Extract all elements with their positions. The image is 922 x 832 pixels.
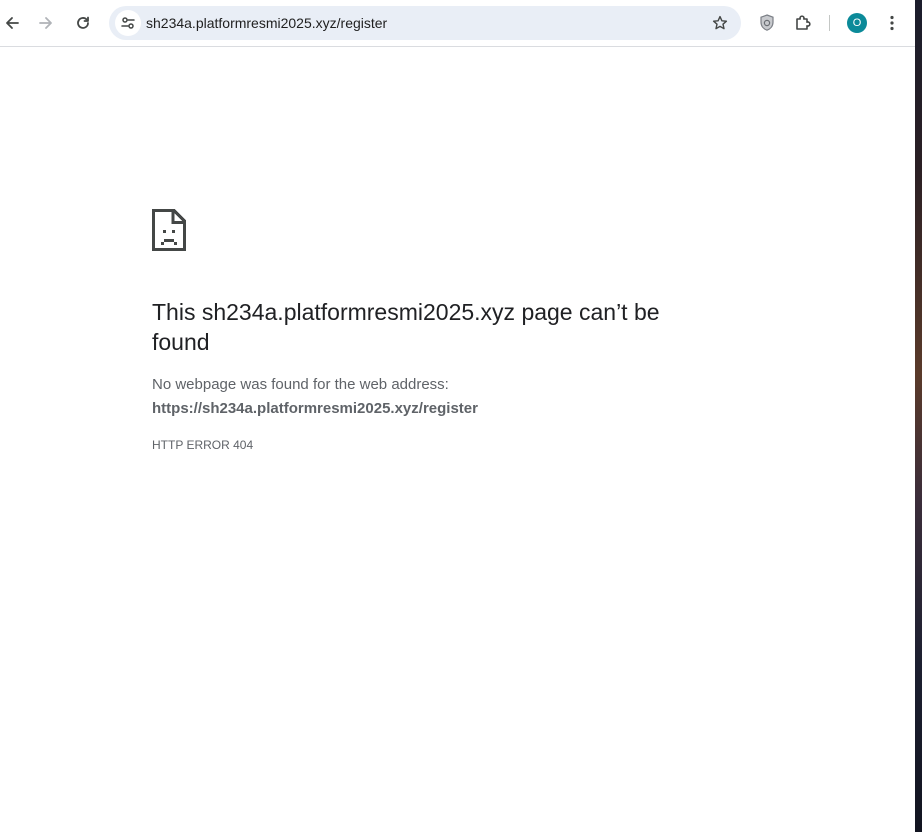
browser-window: sh234a.platformresmi2025.xyz/register O … [0,0,915,832]
error-title: This sh234a.platformresmi2025.xyz page c… [152,299,660,355]
error-code: HTTP ERROR 404 [152,438,254,452]
error-description: No webpage was found for the web address… [152,376,449,393]
forward-button[interactable] [31,8,61,38]
site-info-button[interactable] [115,10,141,36]
address-bar[interactable]: sh234a.platformresmi2025.xyz/register [109,6,741,40]
shield-extension-button[interactable] [752,8,782,38]
browser-toolbar: sh234a.platformresmi2025.xyz/register O [0,0,915,47]
reload-button[interactable] [68,8,98,38]
back-button[interactable] [0,8,27,38]
star-icon [712,15,728,30]
puzzle-icon [796,15,811,30]
kebab-menu-icon [890,15,894,31]
bookmark-button[interactable] [709,12,731,34]
tune-icon [121,17,135,29]
error-url: https://sh234a.platformresmi2025.xyz/reg… [152,400,478,417]
reload-icon [77,16,89,29]
arrow-right-icon [39,17,52,29]
url-text[interactable]: sh234a.platformresmi2025.xyz/register [146,6,387,40]
desktop-background [915,0,922,832]
toolbar-divider [829,15,830,31]
sad-page-icon [152,209,186,251]
menu-button[interactable] [877,8,907,38]
extensions-button[interactable] [788,8,818,38]
profile-avatar[interactable]: O [847,13,867,33]
arrow-left-icon [6,17,19,29]
screen: sh234a.platformresmi2025.xyz/register O … [0,0,922,832]
shield-icon [760,14,774,31]
